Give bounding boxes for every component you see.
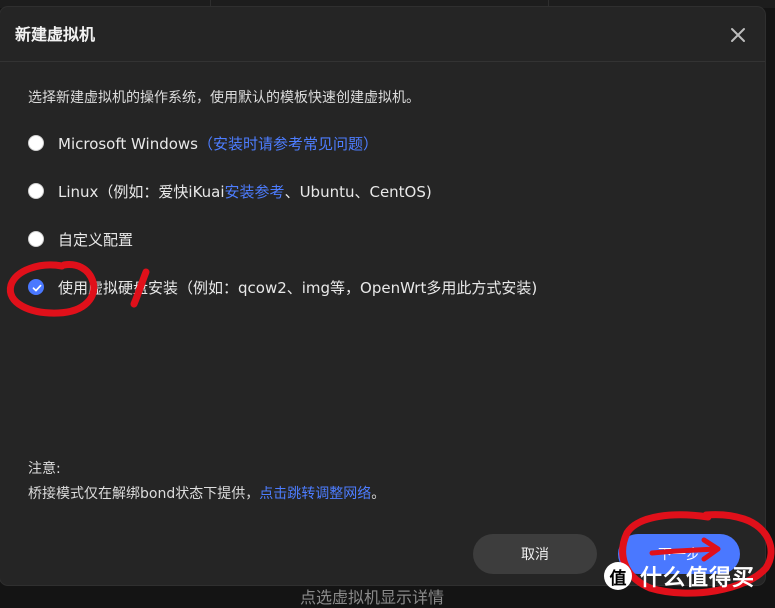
option-linux[interactable]: Linux（例如：爱快iKuai安装参考、Ubuntu、CentOS): [28, 178, 432, 204]
close-button[interactable]: [726, 23, 750, 47]
note-text: 桥接模式仅在解绑bond状态下提供，点击跳转调整网络。: [28, 483, 385, 503]
option-label: 使用虚拟硬盘安装（例如：qcow2、img等，OpenWrt多用此方式安装): [58, 278, 538, 297]
option-text-suffix: 、Ubuntu、CentOS): [284, 182, 432, 201]
radio-unchecked-icon[interactable]: [28, 231, 44, 247]
note-title: 注意:: [28, 461, 61, 477]
option-custom[interactable]: 自定义配置: [28, 226, 133, 252]
dialog-intro: 选择新建虚拟机的操作系统，使用默认的模板快速创建虚拟机。: [28, 90, 420, 106]
note-suffix: 。: [371, 486, 386, 502]
watermark-badge: 值: [604, 562, 632, 590]
new-vm-dialog: 新建虚拟机 选择新建虚拟机的操作系统，使用默认的模板快速创建虚拟机。 Micro…: [0, 7, 765, 585]
adjust-network-link[interactable]: 点击跳转调整网络: [259, 486, 371, 502]
option-windows[interactable]: Microsoft Windows（安装时请参考常见问题）: [28, 130, 378, 156]
cancel-button[interactable]: 取消: [473, 534, 597, 574]
watermark: 值 什么值得买: [604, 556, 775, 596]
radio-unchecked-icon[interactable]: [28, 183, 44, 199]
note-body: 桥接模式仅在解绑bond状态下提供，: [28, 486, 260, 502]
option-text: Microsoft Windows: [58, 134, 198, 153]
close-icon: [731, 28, 745, 42]
option-label: 自定义配置: [58, 230, 134, 249]
install-reference-link[interactable]: 安装参考: [225, 183, 285, 201]
dialog-title: 新建虚拟机: [15, 25, 96, 44]
radio-checked-icon[interactable]: [28, 279, 44, 295]
watermark-text: 什么值得买: [640, 566, 756, 591]
radio-unchecked-icon[interactable]: [28, 135, 44, 151]
option-label: Linux（例如：爱快iKuai安装参考、Ubuntu、CentOS): [58, 181, 432, 202]
dialog-header: 新建虚拟机: [0, 7, 765, 62]
faq-link[interactable]: （安装时请参考常见问题）: [198, 135, 378, 153]
option-label: Microsoft Windows（安装时请参考常见问题）: [58, 133, 378, 154]
option-text: Linux（例如：爱快iKuai: [58, 182, 225, 201]
background-hint-text: 点选虚拟机显示详情: [300, 588, 445, 607]
option-virtual-disk[interactable]: 使用虚拟硬盘安装（例如：qcow2、img等，OpenWrt多用此方式安装): [28, 274, 537, 300]
